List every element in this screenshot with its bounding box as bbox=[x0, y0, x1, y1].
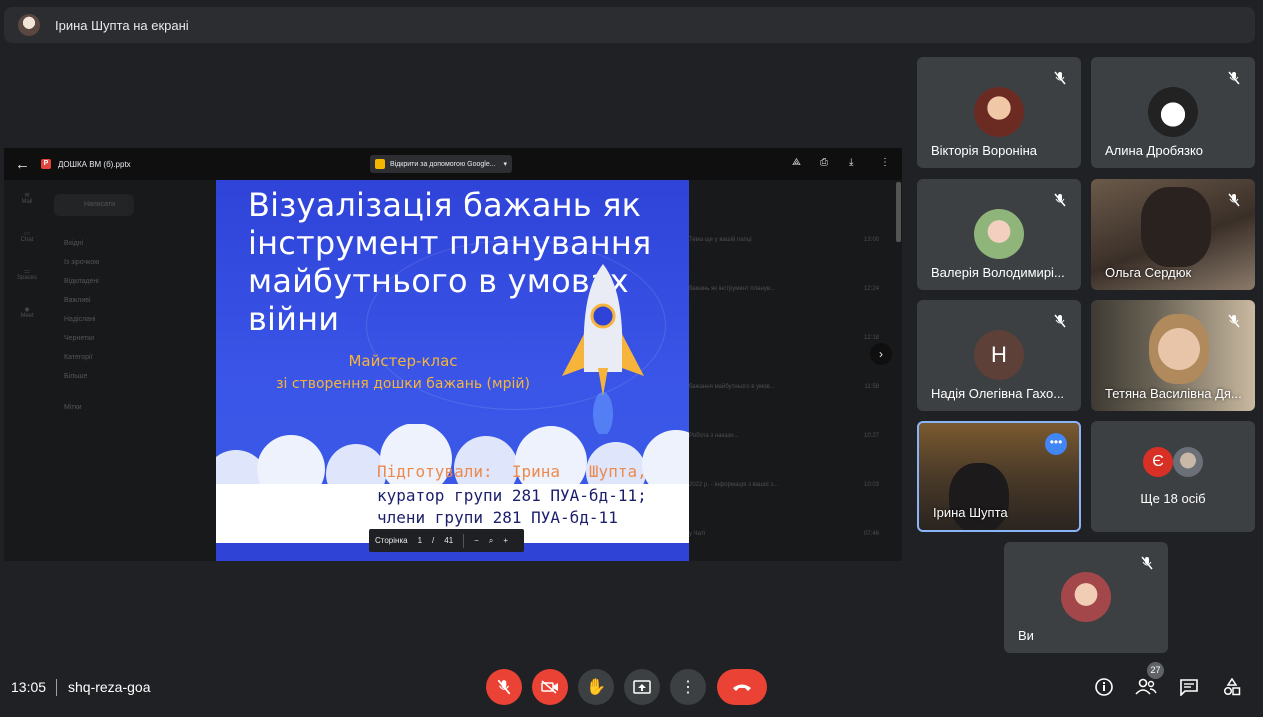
avatar bbox=[1061, 572, 1111, 622]
slide-subtitle-1: Майстер-клас bbox=[348, 352, 458, 370]
raise-hand-icon: ✋ bbox=[586, 679, 606, 696]
participant-name: Ольга Сердюк bbox=[1105, 265, 1192, 280]
video-figure bbox=[1149, 314, 1209, 384]
open-with-button[interactable]: Відкрити за допомогою Google... ▾ bbox=[370, 155, 513, 173]
print-icon[interactable]: ⎙ bbox=[820, 157, 828, 168]
slide: Візуалізація бажань як інструмент планув… bbox=[216, 180, 689, 561]
scrollbar[interactable] bbox=[896, 182, 901, 242]
avatar: Є bbox=[1143, 447, 1173, 477]
activities-icon bbox=[1223, 677, 1241, 696]
present-icon bbox=[633, 680, 651, 694]
page-label: Сторінка bbox=[375, 536, 408, 545]
chat-icon bbox=[1180, 679, 1198, 696]
participant-name: Тетяна Василівна Дя... bbox=[1105, 386, 1242, 401]
presenter-avatar bbox=[18, 14, 40, 36]
mic-off-icon bbox=[1228, 193, 1240, 207]
present-button[interactable] bbox=[624, 669, 660, 705]
add-to-drive-icon[interactable]: ⟁ bbox=[792, 157, 801, 168]
mic-off-icon bbox=[497, 679, 511, 695]
page-current[interactable]: 1 bbox=[418, 536, 422, 545]
end-call-icon bbox=[733, 684, 751, 691]
avatar bbox=[974, 87, 1024, 137]
chevron-down-icon: ▾ bbox=[503, 161, 508, 168]
avatar bbox=[974, 209, 1024, 259]
divider bbox=[56, 679, 57, 696]
participant-video-tile[interactable]: ••• Ірина Шупта bbox=[917, 421, 1081, 532]
presenter-text: Ірина Шупта на екрані bbox=[55, 17, 189, 33]
gmail-folders: Вхідні Із зірочкою Відкладені Важливі На… bbox=[64, 240, 100, 411]
next-page-icon[interactable]: › bbox=[870, 343, 892, 365]
people-button[interactable] bbox=[1135, 676, 1157, 698]
zoom-out-icon[interactable]: − bbox=[474, 536, 479, 545]
meeting-details-button[interactable] bbox=[1093, 676, 1115, 698]
avatar bbox=[1148, 87, 1198, 137]
participant-tile[interactable]: Н Надія Олегівна Гахо... bbox=[917, 300, 1081, 411]
mic-toggle-button[interactable] bbox=[486, 669, 522, 705]
self-tile[interactable]: Ви bbox=[1004, 542, 1168, 653]
meeting-code: shq-reza-goa bbox=[68, 679, 151, 695]
participant-name: Ірина Шупта bbox=[933, 505, 1008, 520]
video-figure bbox=[949, 463, 1009, 530]
page-total: 41 bbox=[444, 536, 454, 545]
file-name: ДОШКА ВМ (б).pptx bbox=[58, 159, 131, 169]
clock: 13:05 bbox=[11, 679, 47, 695]
mic-off-icon bbox=[1054, 193, 1066, 207]
participant-name: Ви bbox=[1018, 628, 1034, 643]
back-arrow-icon[interactable]: ← bbox=[15, 156, 31, 173]
more-icon: ⋮ bbox=[680, 679, 696, 696]
slide-prepared-by: Підготували: Ірина Шупта, bbox=[377, 462, 647, 481]
participant-video-tile[interactable]: Ольга Сердюк bbox=[1091, 179, 1255, 290]
mic-off-icon bbox=[1054, 314, 1066, 328]
participant-name: Алина Дробязко bbox=[1105, 143, 1204, 158]
shared-screen: ✉ Mail ▭ Chat ⚏ Spaces ◉ Meet Написати Вхідні І… bbox=[4, 148, 902, 561]
participant-name: Надія Олегівна Гахо... bbox=[931, 386, 1065, 401]
more-participants-tile[interactable]: Є Ще 18 осіб bbox=[1091, 421, 1255, 532]
gmail-rail: ✉ Mail ▭ Chat ⚏ Spaces ◉ Meet bbox=[16, 193, 37, 319]
mic-off-icon bbox=[1228, 71, 1240, 85]
zoom-icon[interactable]: ⌕ bbox=[489, 536, 493, 546]
avatar: Н bbox=[974, 330, 1024, 380]
mic-off-icon bbox=[1141, 556, 1153, 570]
pptx-file-icon: P bbox=[41, 159, 51, 169]
rocket-icon bbox=[562, 264, 644, 434]
camera-off-icon bbox=[541, 680, 558, 694]
participant-name: Валерія Володимирі... bbox=[931, 265, 1065, 280]
video-figure bbox=[1141, 187, 1211, 267]
participant-tile[interactable]: Алина Дробязко bbox=[1091, 57, 1255, 168]
page-controls: Сторінка 1 / 41 − ⌕ + bbox=[369, 529, 524, 552]
people-count-badge: 27 bbox=[1147, 662, 1164, 679]
people-icon bbox=[1135, 678, 1157, 695]
download-icon[interactable]: ⤓ bbox=[849, 157, 853, 168]
slide-members: члени групи 281 ПУА-бд-11 bbox=[377, 508, 618, 527]
more-participants-label: Ще 18 осіб bbox=[1140, 491, 1206, 506]
zoom-in-icon[interactable]: + bbox=[503, 536, 508, 545]
activities-button[interactable] bbox=[1221, 676, 1243, 698]
mic-off-icon bbox=[1228, 314, 1240, 328]
chat-button[interactable] bbox=[1178, 676, 1200, 698]
end-call-button[interactable] bbox=[717, 669, 767, 705]
gmail-rows: Тема ще у вашій папці 13:00 бажань як інс… bbox=[689, 237, 879, 537]
more-vert-icon[interactable]: ⋮ bbox=[880, 157, 890, 168]
more-options-icon[interactable]: ••• bbox=[1045, 433, 1067, 455]
slide-subtitle-2: зі створення дошки бажань (мрій) bbox=[276, 376, 530, 392]
camera-toggle-button[interactable] bbox=[532, 669, 568, 705]
mic-off-icon bbox=[1054, 71, 1066, 85]
page-slash: / bbox=[432, 536, 435, 545]
presenter-bar[interactable]: Ірина Шупта на екрані bbox=[4, 7, 1255, 43]
info-icon bbox=[1095, 678, 1113, 696]
meet-window: Ірина Шупта на екрані ✉ Mail ▭ Chat ⚏ Spaces ◉… bbox=[0, 0, 1263, 717]
participant-tile[interactable]: Валерія Володимирі... bbox=[917, 179, 1081, 290]
gmail-compose: Написати bbox=[54, 194, 134, 216]
avatar bbox=[1173, 447, 1203, 477]
participant-name: Вікторія Вороніна bbox=[931, 143, 1038, 158]
more-options-button[interactable]: ⋮ bbox=[670, 669, 706, 705]
slides-icon bbox=[375, 159, 385, 169]
participant-tile[interactable]: Вікторія Вороніна bbox=[917, 57, 1081, 168]
raise-hand-button[interactable]: ✋ bbox=[578, 669, 614, 705]
slide-curator: куратор групи 281 ПУА-бд-11; bbox=[377, 486, 647, 505]
participant-video-tile[interactable]: Тетяна Василівна Дя... bbox=[1091, 300, 1255, 411]
